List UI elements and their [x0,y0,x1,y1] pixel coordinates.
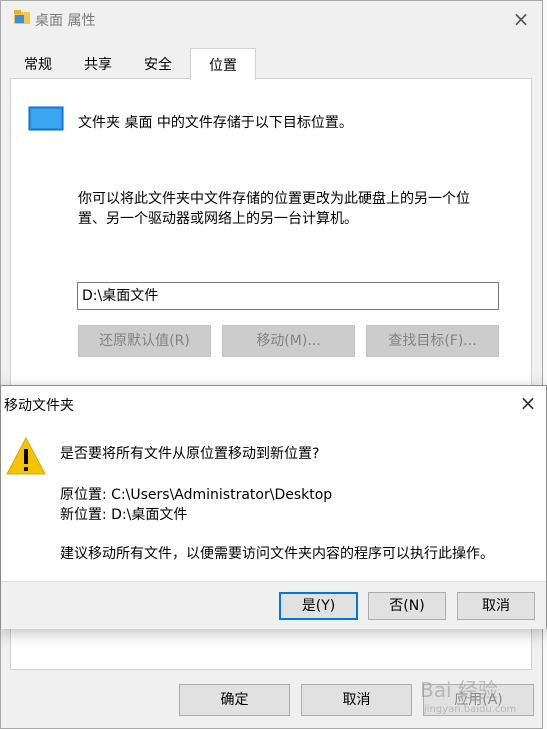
explanation-line-2: 置、另一个驱动器或网络上的另一台计算机。 [78,211,358,227]
tab-security[interactable]: 安全 [132,52,184,78]
find-target-button[interactable]: 查找目标(F)... [366,325,499,357]
folder-icon [14,10,30,24]
monitor-icon [28,106,64,131]
dialog-title: 移动文件夹 [4,398,74,414]
window-title: 桌面 属性 [35,13,96,29]
restore-default-button[interactable]: 还原默认值(R) [78,325,211,357]
watermark-url: jingyan.baidu.com [424,704,517,715]
explanation-line-1: 你可以将此文件夹中文件存储的位置更改为此硬盘上的另一个位 [78,191,470,207]
dialog-cancel-button[interactable]: 取消 [457,592,535,620]
props-cancel-button[interactable]: 取消 [301,684,412,716]
yes-button[interactable]: 是(Y) [279,592,358,620]
close-icon[interactable]: × [508,6,534,32]
new-location: 新位置: D:\桌面文件 [60,507,188,523]
original-location: 原位置: C:\Users\Administrator\Desktop [60,487,333,503]
move-button[interactable]: 移动(M)... [222,325,355,357]
move-folder-dialog: 移动文件夹 × 是否要将所有文件从原位置移动到新位置? 原位置: C:\User… [0,385,547,629]
dialog-advice: 建议移动所有文件，以便需要访问文件夹内容的程序可以执行此操作。 [60,546,494,562]
watermark-brand: Bai 经验 [420,678,498,702]
tab-share[interactable]: 共享 [72,52,124,78]
dialog-question: 是否要将所有文件从原位置移动到新位置? [60,446,320,462]
no-button[interactable]: 否(N) [368,592,446,620]
location-description: 文件夹 桌面 中的文件存储于以下目标位置。 [78,115,353,131]
close-icon[interactable]: × [515,390,541,416]
tab-location[interactable]: 位置 [190,48,256,80]
path-input[interactable]: D:\桌面文件 [77,282,499,310]
warning-icon [6,436,46,475]
tab-general[interactable]: 常规 [14,52,62,78]
ok-button[interactable]: 确定 [179,684,290,716]
